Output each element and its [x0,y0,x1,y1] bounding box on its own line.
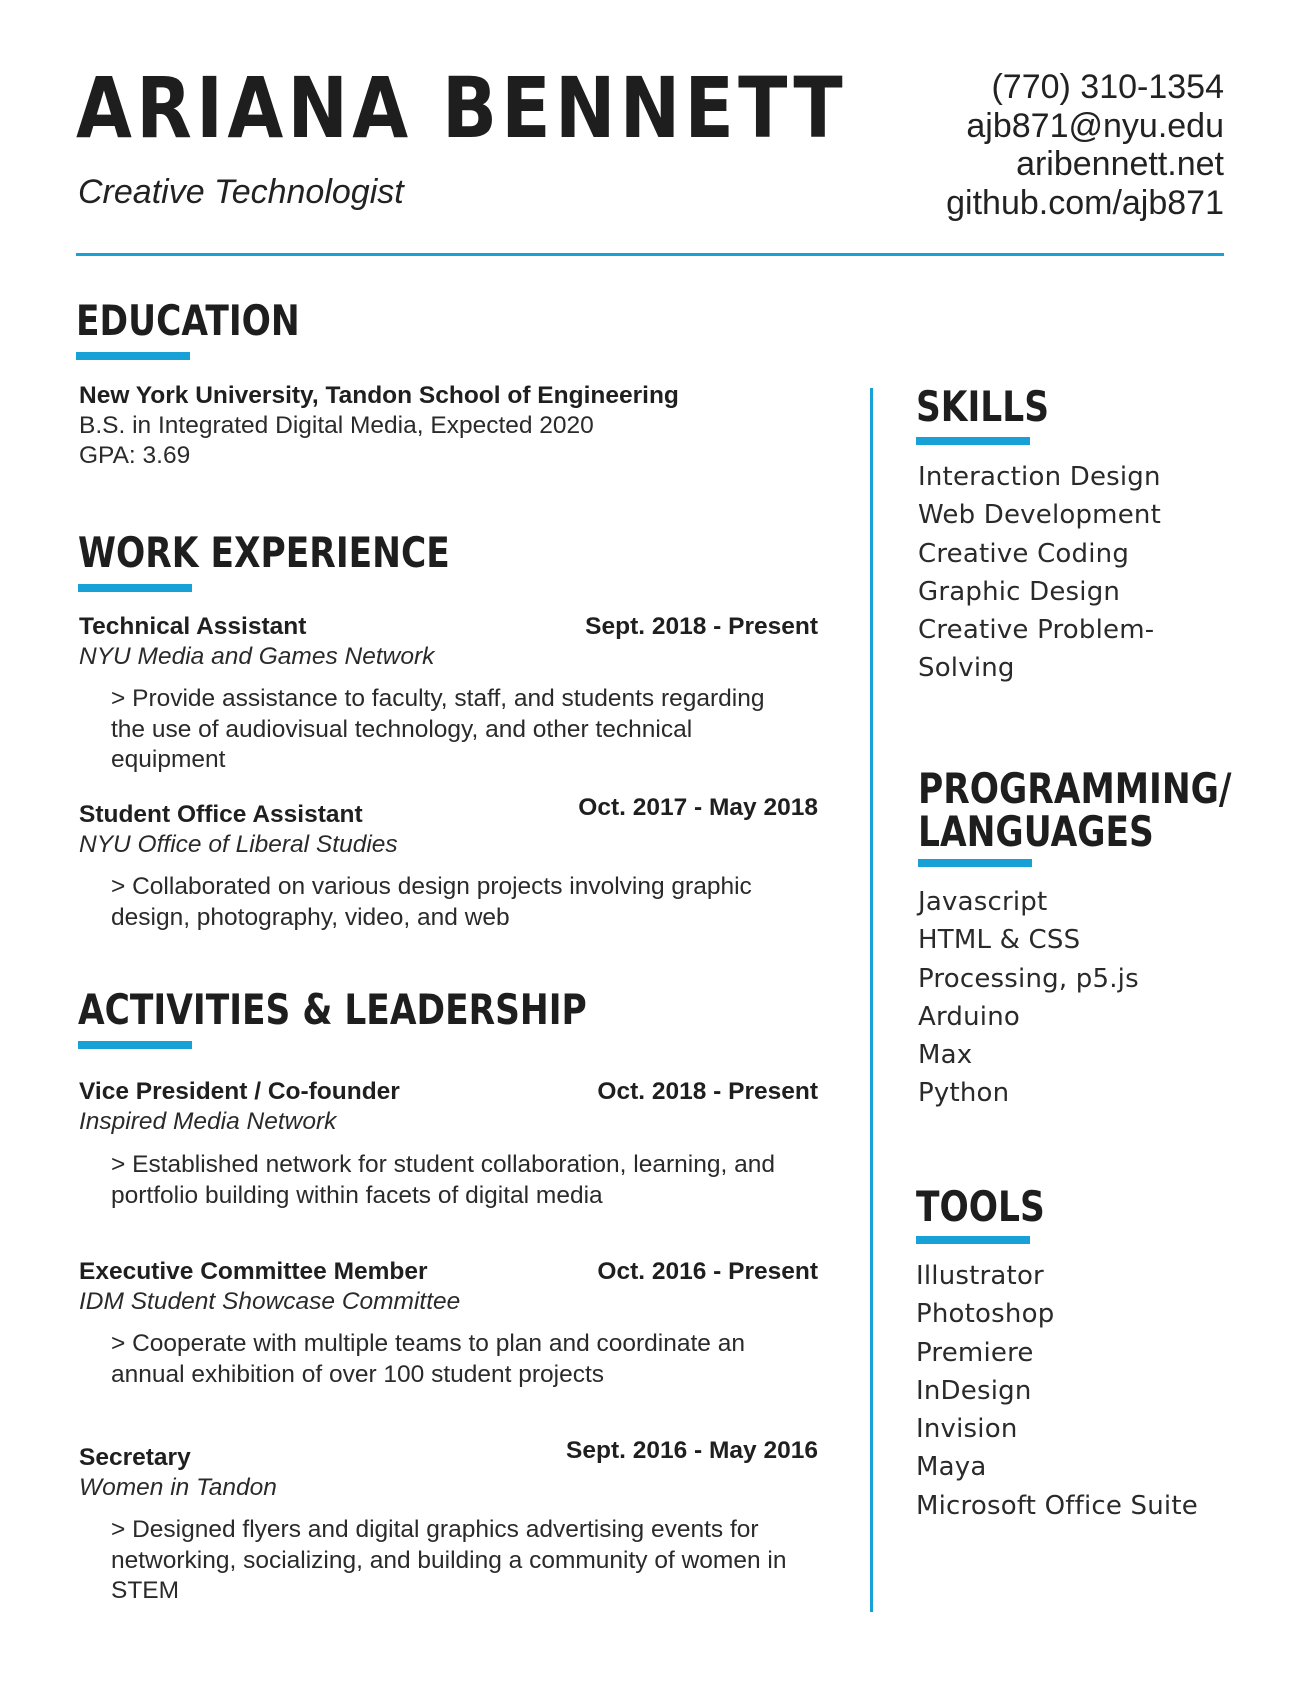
work-description: > Provide assistance to faculty, staff, … [111,684,765,776]
programming-heading-underline [918,859,1032,867]
list-item: Interaction Design [918,462,1161,492]
description-line: > Established network for student collab… [111,1151,775,1178]
activity-org: IDM Student Showcase Committee [79,1288,461,1315]
programming-list: Javascript HTML & CSS Processing, p5.js … [918,883,1139,1113]
work-org: NYU Office of Liberal Studies [79,831,398,858]
contact-phone: (770) 310-1354 [991,68,1224,106]
description-line: > Designed flyers and digital graphics a… [111,1516,759,1543]
work-dates: Oct. 2017 - May 2018 [578,794,818,821]
work-description: > Collaborated on various design project… [111,872,752,933]
job-title: Creative Technologist [78,173,404,211]
activity-dates: Oct. 2018 - Present [597,1078,818,1105]
activity-dates: Oct. 2016 - Present [597,1258,818,1285]
activity-org: Inspired Media Network [79,1108,337,1135]
activities-heading-underline [78,1041,192,1049]
work-dates: Sept. 2018 - Present [585,613,818,640]
work-role: Student Office Assistant [79,801,363,828]
skills-heading: SKILLS [916,382,1050,431]
tools-list: Illustrator Photoshop Premiere InDesign … [916,1257,1198,1525]
contact-email: ajb871@nyu.edu [966,106,1224,145]
list-item: Illustrator [916,1261,1044,1291]
skills-list: Interaction Design Web Development Creat… [918,458,1161,688]
list-item: Processing, p5.js [918,963,1139,994]
programming-heading-line: PROGRAMMING/ [918,764,1232,813]
work-org: NYU Media and Games Network [79,643,435,670]
description-line: portfolio building within facets of digi… [111,1181,603,1209]
list-item: Microsoft Office Suite [916,1490,1198,1521]
description-line: STEM [111,1577,180,1604]
description-line: > Provide assistance to faculty, staff, … [111,685,765,712]
list-item: Premiere [916,1337,1034,1368]
list-item: Python [918,1078,1010,1109]
activity-description: > Designed flyers and digital graphics a… [111,1515,786,1607]
work-heading-underline [78,584,192,592]
list-item: Maya [916,1452,987,1483]
activity-role: Vice President / Co-founder [79,1078,400,1105]
activities-heading: ACTIVITIES & LEADERSHIP [78,985,587,1034]
list-item: Javascript [918,887,1048,917]
education-gpa: GPA: 3.69 [79,442,191,469]
education-heading-underline [76,352,190,360]
activity-description: > Established network for student collab… [111,1150,775,1211]
description-line: design, photography, video, and web [111,903,510,931]
activity-dates: Sept. 2016 - May 2016 [566,1437,818,1464]
tools-heading-underline [916,1236,1030,1244]
activity-org: Women in Tandon [79,1474,277,1501]
education-school: New York University, Tandon School of En… [79,382,679,409]
activity-role: Secretary [79,1444,191,1471]
education-degree: B.S. in Integrated Digital Media, Expect… [79,412,594,439]
list-item: HTML & CSS [918,925,1081,956]
list-item: Creative Coding [918,538,1130,569]
work-heading: WORK EXPERIENCE [78,528,450,577]
skills-heading-underline [916,437,1030,445]
description-line: > Cooperate with multiple teams to plan … [111,1330,745,1357]
list-item: Graphic Design [918,576,1121,607]
description-line: equipment [111,746,226,773]
list-item: Max [918,1040,973,1071]
education-heading: EDUCATION [76,296,300,345]
activity-role: Executive Committee Member [79,1258,428,1285]
description-line: annual exhibition of over 100 student pr… [111,1360,605,1388]
description-line: > Collaborated on various design project… [111,873,752,900]
description-line: networking, socializing, and building a … [111,1546,787,1574]
resume-name: ARIANA BENNETT [76,59,847,157]
list-item: Solving [918,653,1015,684]
header-divider [76,253,1224,256]
contact-github: github.com/ajb871 [946,183,1224,222]
contact-block: (770) 310-1354 ajb871@nyu.edu aribennett… [946,68,1224,222]
list-item: Web Development [918,500,1161,531]
list-item: Creative Problem- [918,615,1155,646]
programming-heading: PROGRAMMING/ LANGUAGES [918,764,1232,856]
programming-heading-line: LANGUAGES [918,806,1154,856]
tools-heading: TOOLS [916,1182,1045,1231]
list-item: Arduino [918,1001,1021,1032]
work-role: Technical Assistant [79,613,307,640]
description-line: the use of audiovisual technology, and o… [111,715,693,743]
activity-description: > Cooperate with multiple teams to plan … [111,1329,745,1390]
list-item: Invision [916,1414,1018,1445]
list-item: Photoshop [916,1299,1055,1330]
list-item: InDesign [916,1375,1032,1406]
column-divider [870,388,873,1612]
contact-website: aribennett.net [1016,145,1224,183]
